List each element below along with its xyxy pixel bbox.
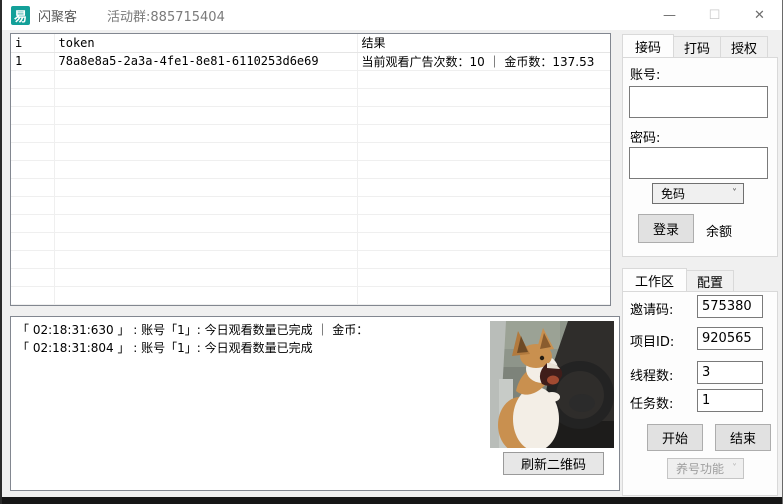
refresh-qr-button[interactable]: 刷新二维码 [503, 452, 604, 475]
cell-result: 当前观看广告次数：10 ｜ 金币数：137.53 [357, 52, 610, 70]
minimize-button[interactable]: — [647, 0, 692, 30]
thread-count-input[interactable] [697, 361, 763, 384]
empty-row [11, 142, 610, 160]
password-input[interactable] [629, 147, 768, 179]
titlebar: 易 闪聚客 活动群:885715404 — ☐ ✕ [2, 0, 782, 30]
chevron-down-icon: ˅ [732, 188, 737, 199]
window-title: 闪聚客 [38, 6, 77, 25]
code-mode-select[interactable]: 免码 ˅ [652, 183, 744, 204]
balance-label[interactable]: 余额 [706, 221, 732, 240]
empty-row [11, 214, 610, 232]
empty-row [11, 286, 610, 304]
empty-row [11, 70, 610, 88]
account-input[interactable] [629, 86, 768, 118]
stop-button[interactable]: 结束 [715, 424, 771, 451]
nurture-function-select: 养号功能 ˅ [667, 458, 744, 479]
maximize-button: ☐ [692, 0, 737, 30]
window-controls: — ☐ ✕ [647, 0, 782, 30]
task-count-label: 任务数: [630, 393, 673, 412]
empty-row [11, 88, 610, 106]
code-mode-value: 免码 [661, 185, 685, 202]
empty-row [11, 106, 610, 124]
app-icon: 易 [11, 6, 30, 25]
account-tab-control: 接码 打码 授权 账号: 密码: 免码 ˅ 登录 余额 [622, 36, 778, 257]
empty-row [11, 268, 610, 286]
tab-authorize[interactable]: 授权 [720, 36, 768, 57]
app-window: 易 闪聚客 活动群:885715404 — ☐ ✕ i token 结果 1 7… [0, 0, 783, 504]
close-button[interactable]: ✕ [737, 0, 782, 30]
nurture-function-value: 养号功能 [676, 460, 724, 477]
project-id-input[interactable] [697, 327, 763, 350]
password-label: 密码: [630, 127, 660, 146]
empty-row [11, 124, 610, 142]
project-id-label: 项目ID: [630, 331, 674, 350]
invite-code-input[interactable] [697, 295, 763, 318]
corgi-driving-car-photo [490, 321, 614, 448]
login-button[interactable]: 登录 [638, 214, 694, 243]
table-header-row: i token 结果 [11, 34, 610, 52]
log-panel: 「 02:18:31:630 」 : 账号「1」: 今日观看数量已完成 ｜ 金币… [10, 316, 620, 491]
tab-workspace[interactable]: 工作区 [622, 268, 687, 291]
task-count-input[interactable] [697, 389, 763, 412]
column-header-token[interactable]: token [54, 34, 357, 52]
empty-row [11, 232, 610, 250]
thread-count-label: 线程数: [630, 365, 673, 384]
account-label: 账号: [630, 64, 660, 83]
empty-row [11, 196, 610, 214]
tab-solve-code[interactable]: 打码 [673, 36, 721, 57]
token-table: i token 结果 1 78a8e8a5-2a3a-4fe1-8e81-611… [10, 33, 611, 306]
column-header-i[interactable]: i [11, 34, 54, 52]
tab-receive-code[interactable]: 接码 [622, 34, 674, 57]
empty-row [11, 250, 610, 268]
table-row[interactable]: 1 78a8e8a5-2a3a-4fe1-8e81-6110253d6e69 当… [11, 52, 610, 70]
cell-token: 78a8e8a5-2a3a-4fe1-8e81-6110253d6e69 [54, 52, 357, 70]
column-header-result[interactable]: 结果 [357, 34, 610, 52]
tab-config[interactable]: 配置 [686, 270, 734, 291]
cell-index: 1 [11, 52, 54, 70]
empty-row [11, 178, 610, 196]
start-button[interactable]: 开始 [647, 424, 703, 451]
window-bottom-edge [2, 497, 783, 504]
invite-code-label: 邀请码: [630, 299, 673, 318]
chevron-down-icon: ˅ [732, 463, 737, 474]
empty-row [11, 160, 610, 178]
activity-group-label: 活动群:885715404 [107, 6, 225, 25]
work-tab-control: 工作区 配置 邀请码: 项目ID: 线程数: 任务数: 开始 结束 养号功能 ˅ [622, 270, 778, 496]
